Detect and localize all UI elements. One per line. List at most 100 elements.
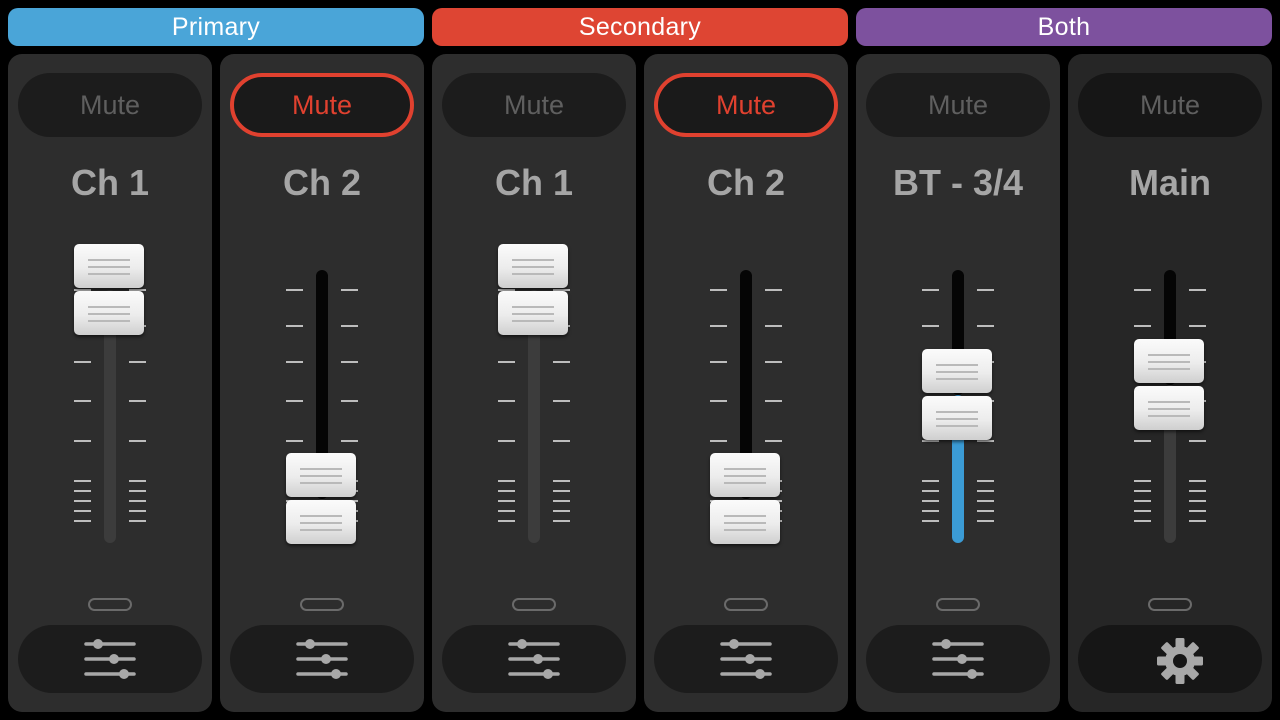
fader-scale-tick (765, 400, 782, 402)
fader-scale-tick (341, 361, 358, 363)
sliders-icon (508, 639, 560, 679)
fader-grip-line (724, 475, 766, 478)
fader-grip-line (300, 529, 342, 532)
fader-scale-tick (710, 440, 727, 442)
fader-scale-tick (765, 440, 782, 442)
fader-cap-bottom (922, 395, 992, 440)
fader-scale-tick (765, 325, 782, 327)
channel-settings-button[interactable] (18, 625, 202, 693)
fader-scale-tick (286, 289, 303, 291)
solo-indicator[interactable] (88, 598, 132, 611)
fader-cap[interactable] (1134, 339, 1204, 431)
fader-scale-tick (341, 325, 358, 327)
fader-grip-line (88, 306, 130, 308)
mute-button[interactable]: Mute (1078, 73, 1262, 137)
mute-button[interactable]: Mute (442, 73, 626, 137)
sliders-icon (296, 639, 348, 679)
fader-scale-tick (498, 361, 515, 363)
fader-grip-line (88, 266, 130, 268)
fader-scale-tick (129, 361, 146, 363)
fader-scale-tick (1134, 440, 1151, 442)
channel-strip-secondary-ch2: Mute Ch 2 (644, 54, 848, 712)
channel-settings-button[interactable] (442, 625, 626, 693)
mute-button[interactable]: Mute (18, 73, 202, 137)
fader-grip-line (1148, 368, 1190, 371)
fader-scale-tick (1189, 490, 1206, 492)
fader-cap[interactable] (286, 453, 356, 545)
solo-indicator[interactable] (1148, 598, 1192, 611)
fader-cap[interactable] (74, 244, 144, 336)
fader-scale-tick (129, 440, 146, 442)
fader-cap[interactable] (922, 348, 992, 441)
fader-cap-bottom (498, 291, 568, 335)
channel-settings-button[interactable] (230, 625, 414, 693)
fader-scale-tick (498, 500, 515, 502)
fader-scale-tick (922, 289, 939, 291)
fader-scale-tick (1189, 289, 1206, 291)
channel-name: Ch 2 (706, 162, 785, 203)
channel-name: Ch 1 (70, 162, 149, 203)
solo-indicator[interactable] (300, 598, 344, 611)
fader-cap[interactable] (498, 244, 568, 336)
group-header-secondary: Secondary (432, 8, 848, 46)
fader-scale-tick (74, 490, 91, 492)
fader-scale-tick (1134, 500, 1151, 502)
fader-scale-tick (1189, 440, 1206, 442)
fader-scale-tick (74, 400, 91, 402)
fader-grip-line (936, 370, 978, 373)
fader-scale-tick (1134, 289, 1151, 291)
fader-grip-line (1148, 415, 1190, 418)
fader-scale-tick (1189, 510, 1206, 512)
mute-button[interactable]: Mute (230, 73, 414, 137)
fader-cap[interactable] (710, 453, 780, 545)
fader-scale-tick (765, 361, 782, 363)
channel-name: Ch 1 (494, 162, 573, 203)
fader-grip-line (724, 468, 766, 471)
fader-scale-tick (553, 400, 570, 402)
fader-scale-tick (710, 325, 727, 327)
fader-grip-line (724, 529, 766, 532)
mute-button[interactable]: Mute (654, 73, 838, 137)
fader-scale-tick (1189, 480, 1206, 482)
fader-cap-top (286, 453, 356, 498)
fader-scale-tick (553, 440, 570, 442)
fader-scale-tick (1134, 520, 1151, 522)
fader-grip-line (1148, 408, 1190, 411)
fader-cap-top (922, 348, 992, 393)
fader-grip-line (936, 410, 978, 413)
fader-grip-line (88, 273, 130, 275)
fader-scale-tick (129, 480, 146, 482)
fader-scale-tick (922, 490, 939, 492)
channel-settings-button[interactable] (866, 625, 1050, 693)
fader-scale-tick (1134, 480, 1151, 482)
solo-indicator[interactable] (512, 598, 556, 611)
fader-scale-tick (498, 480, 515, 482)
fader-scale-tick (922, 325, 939, 327)
fader-scale-tick (977, 480, 994, 482)
fader-grip-line (936, 377, 978, 380)
fader-grip-line (300, 515, 342, 518)
channel-strip-primary-ch1: Mute Ch 1 (8, 54, 212, 712)
fader-scale-tick (977, 490, 994, 492)
fader-grip-line (512, 266, 554, 268)
solo-indicator[interactable] (936, 598, 980, 611)
fader-scale-tick (1189, 500, 1206, 502)
fader-scale-tick (129, 500, 146, 502)
fader-grip-line (1148, 354, 1190, 357)
fader-grip-line (512, 273, 554, 275)
channel-settings-button[interactable] (654, 625, 838, 693)
fader-scale-tick (553, 520, 570, 522)
fader-scale-tick (129, 510, 146, 512)
fader-scale-tick (74, 510, 91, 512)
main-settings-button[interactable] (1078, 625, 1262, 693)
fader-scale-tick (498, 440, 515, 442)
fader-scale-tick (286, 400, 303, 402)
fader-scale-tick (74, 440, 91, 442)
fader-scale-tick (74, 500, 91, 502)
mute-button[interactable]: Mute (866, 73, 1050, 137)
fader-grip-line (1148, 401, 1190, 404)
fader-scale-tick (553, 510, 570, 512)
fader-scale-tick (498, 520, 515, 522)
group-header-primary: Primary (8, 8, 424, 46)
solo-indicator[interactable] (724, 598, 768, 611)
